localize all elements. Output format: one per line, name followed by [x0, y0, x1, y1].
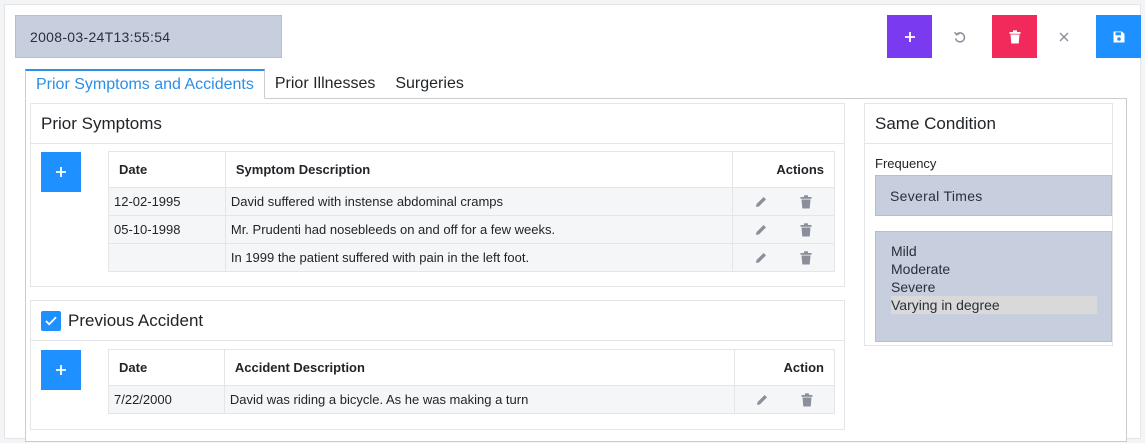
- edit-icon[interactable]: [752, 221, 770, 239]
- table-row: 12-02-1995 David suffered with instense …: [108, 187, 835, 216]
- tab-surgeries[interactable]: Surgeries: [385, 69, 473, 99]
- save-icon: [1113, 31, 1124, 42]
- table-row: 05-10-1998 Mr. Prudenti had nosebleeds o…: [108, 215, 835, 244]
- previous-accident-checkbox[interactable]: [41, 310, 61, 331]
- accident-description: David was riding a bicycle. As he was ma…: [223, 385, 736, 414]
- previous-accident-header: Previous Accident: [31, 301, 844, 341]
- save-button[interactable]: [1096, 15, 1141, 58]
- trash-icon[interactable]: [797, 193, 815, 211]
- trash-icon: [1009, 29, 1020, 43]
- close-button[interactable]: [1041, 15, 1086, 58]
- previous-accident-card: Previous Accident Date Accident Descript…: [30, 300, 845, 430]
- close-icon: [1059, 32, 1068, 41]
- symptoms-table: Date Symptom Description Actions 12-02-1…: [108, 151, 835, 272]
- previous-accident-title: Previous Accident: [68, 310, 204, 330]
- symptom-date: 12-02-1995: [108, 187, 226, 216]
- severity-listbox[interactable]: Mild Moderate Severe Varying in degree: [875, 231, 1112, 342]
- same-condition-title: Same Condition: [865, 104, 1112, 144]
- trash-icon[interactable]: [797, 221, 815, 239]
- plus-icon: [56, 167, 66, 177]
- symptom-description: David suffered with instense abdominal c…: [224, 187, 734, 216]
- prior-symptoms-title: Prior Symptoms: [31, 104, 844, 144]
- frequency-select[interactable]: Several Times: [875, 175, 1112, 216]
- column-header-date: Date: [108, 151, 226, 188]
- checkmark-icon: [45, 316, 57, 325]
- severity-option-severe[interactable]: Severe: [891, 278, 1097, 296]
- symptom-date: [108, 243, 226, 272]
- column-header-accident-description: Accident Description: [223, 349, 736, 386]
- severity-option-moderate[interactable]: Moderate: [891, 260, 1097, 278]
- tab-prior-illnesses[interactable]: Prior Illnesses: [265, 69, 385, 99]
- symptom-description: In 1999 the patient suffered with pain i…: [224, 243, 734, 272]
- column-header-action: Action: [734, 349, 835, 386]
- same-condition-card: Same Condition Frequency Several Times M…: [864, 103, 1113, 346]
- frequency-label: Frequency: [875, 156, 937, 171]
- add-symptom-button[interactable]: [41, 152, 81, 192]
- table-row: In 1999 the patient suffered with pain i…: [108, 243, 835, 272]
- severity-option-mild[interactable]: Mild: [891, 242, 1097, 260]
- accident-date: 7/22/2000: [108, 385, 225, 414]
- delete-button[interactable]: [992, 15, 1037, 58]
- tab-panel: Prior Symptoms Date Symptom Description …: [25, 98, 1127, 442]
- tab-prior-symptoms-and-accidents[interactable]: Prior Symptoms and Accidents: [25, 69, 265, 99]
- plus-icon: [56, 365, 66, 375]
- plus-icon: [904, 31, 915, 42]
- table-row: 7/22/2000 David was riding a bicycle. As…: [108, 385, 835, 414]
- column-header-actions: Actions: [732, 151, 835, 188]
- edit-icon[interactable]: [753, 391, 771, 409]
- severity-option-varying[interactable]: Varying in degree: [891, 296, 1097, 314]
- symptom-date: 05-10-1998: [108, 215, 226, 244]
- app-window: 2008-03-24T13:55:54 Prior Symptoms and A…: [4, 4, 1141, 442]
- datetime-field[interactable]: 2008-03-24T13:55:54: [15, 15, 282, 58]
- add-accident-button[interactable]: [41, 350, 81, 390]
- column-header-date: Date: [108, 349, 225, 386]
- column-header-symptom-description: Symptom Description: [224, 151, 734, 188]
- edit-icon[interactable]: [752, 193, 770, 211]
- edit-icon[interactable]: [752, 249, 770, 267]
- trash-icon[interactable]: [797, 249, 815, 267]
- trash-icon[interactable]: [798, 391, 816, 409]
- add-button[interactable]: [887, 15, 932, 58]
- symptom-description: Mr. Prudenti had nosebleeds on and off f…: [224, 215, 734, 244]
- tab-bar: Prior Symptoms and Accidents Prior Illne…: [25, 69, 474, 99]
- prior-symptoms-card: Prior Symptoms Date Symptom Description …: [30, 103, 845, 287]
- undo-icon: [953, 31, 965, 43]
- undo-button[interactable]: [937, 15, 982, 58]
- accidents-table: Date Accident Description Action 7/22/20…: [108, 349, 835, 414]
